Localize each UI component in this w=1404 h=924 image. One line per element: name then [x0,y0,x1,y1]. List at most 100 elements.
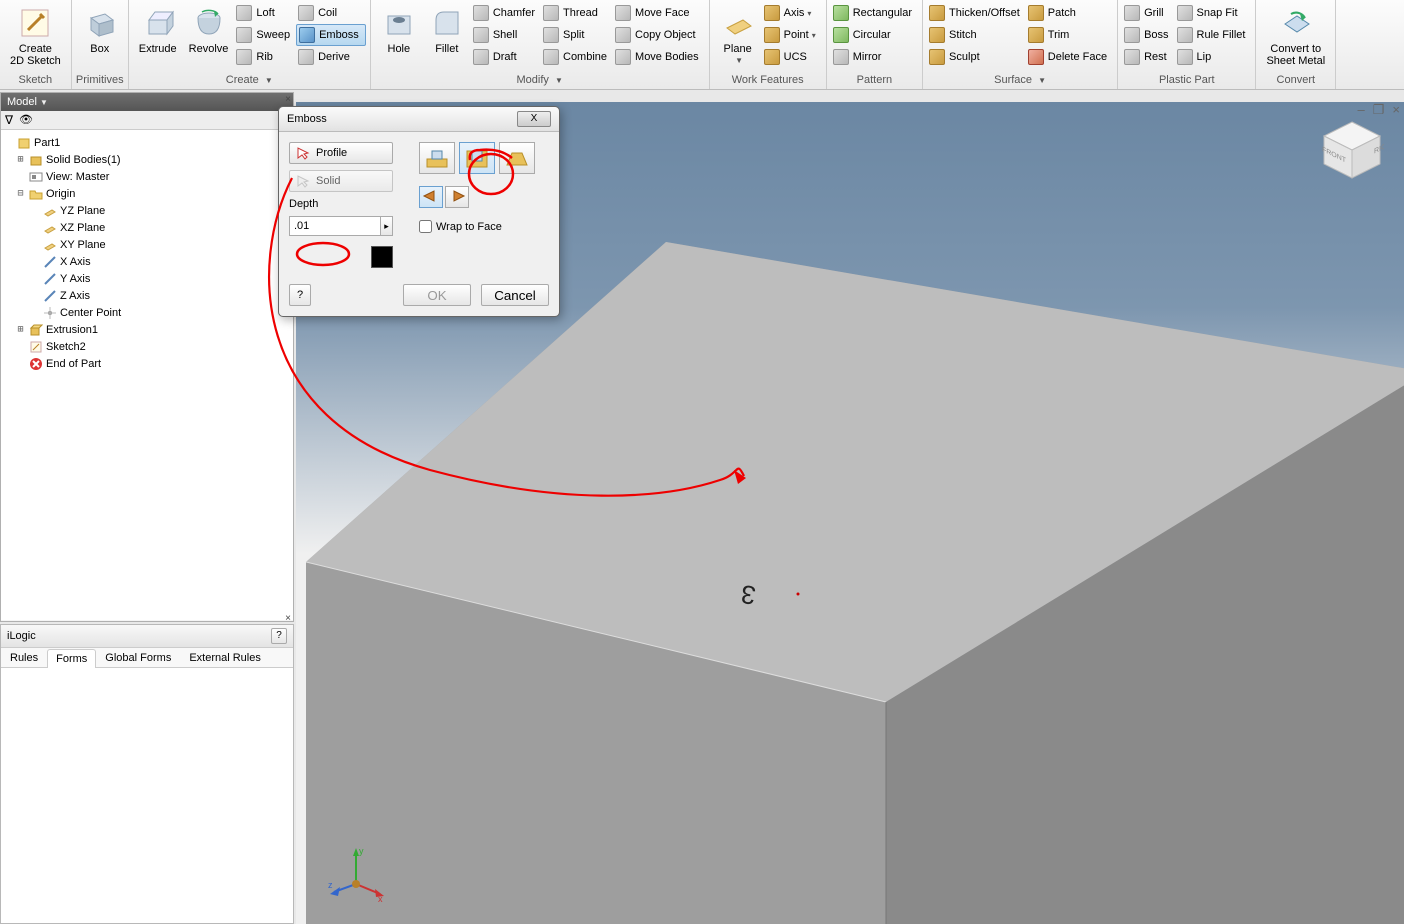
sculpt-button[interactable]: Sculpt [927,46,1026,68]
tree-item-sketch2[interactable]: Sketch2 [1,338,293,355]
thicken-offset-button[interactable]: Thicken/Offset [927,2,1026,24]
color-swatch[interactable] [371,246,393,268]
depth-input[interactable] [289,216,381,236]
find-icon[interactable]: 👁 [19,113,33,127]
emboss-button[interactable]: Emboss [296,24,366,46]
tree-item-y-axis[interactable]: Y Axis [1,270,293,287]
circular-icon [833,27,849,43]
ribbon-group-primitives: BoxPrimitives [72,0,129,89]
depth-flyout-button[interactable]: ▸ [381,216,393,236]
create-button[interactable]: Create2D Sketch [4,2,67,70]
ribbon-group-title: Surface ▼ [927,73,1113,87]
sweep-button[interactable]: Sweep [234,24,296,46]
grill-button[interactable]: Grill [1122,2,1174,24]
tree-item-view-master[interactable]: View: Master [1,168,293,185]
fillet-button[interactable]: Fillet [423,2,471,58]
direction-2-button[interactable] [445,186,469,208]
filter-icon[interactable]: ∇ [5,113,13,127]
box-button[interactable]: Box [76,2,124,58]
derive-button[interactable]: Derive [296,46,366,68]
rib-button[interactable]: Rib [234,46,296,68]
patch-button[interactable]: Patch [1026,2,1113,24]
ilogic-tab-external-rules[interactable]: External Rules [180,648,270,667]
cancel-button[interactable]: Cancel [481,284,549,306]
loft-button[interactable]: Loft [234,2,296,24]
dialog-help-button[interactable]: ? [289,284,311,306]
thread-button[interactable]: Thread [541,2,613,24]
combine-button[interactable]: Combine [541,46,613,68]
tree-item-origin[interactable]: ⊟Origin [1,185,293,202]
viewport-close-icon[interactable]: × [1392,102,1400,118]
ilogic-tab-rules[interactable]: Rules [1,648,47,667]
tree-item-xy-plane[interactable]: XY Plane [1,236,293,253]
emboss-icon [299,27,315,43]
snap-fit-button[interactable]: Snap Fit [1175,2,1252,24]
part-icon [17,136,31,150]
tree-item-xz-plane[interactable]: XZ Plane [1,219,293,236]
view-icon [29,170,43,184]
panel-close-icon[interactable]: × [285,94,291,105]
direction-1-button[interactable] [419,186,443,208]
ok-button[interactable]: OK [403,284,471,306]
viewport-restore-icon[interactable]: ❐ [1373,102,1385,118]
lip-button[interactable]: Lip [1175,46,1252,68]
ilogic-help-icon[interactable]: ? [271,628,287,644]
viewcube[interactable]: FRONT RIGHT [1320,118,1384,182]
rectangular-button[interactable]: Rectangular [831,2,918,24]
hole-button[interactable]: Hole [375,2,423,58]
dialog-close-button[interactable]: X [517,111,551,127]
model-panel-header[interactable]: Model▼ [1,93,293,111]
ribbon-group-sketch: Create2D SketchSketch [0,0,72,89]
move-bodies-button[interactable]: Move Bodies [613,46,705,68]
revolve-icon [191,5,227,41]
convert-to-button[interactable]: Convert toSheet Metal [1260,2,1331,70]
hole-icon [381,5,417,41]
ilogic-tab-global-forms[interactable]: Global Forms [96,648,180,667]
loft-icon [236,5,252,21]
rib-icon [236,49,252,65]
circular-button[interactable]: Circular [831,24,918,46]
delete-face-button[interactable]: Delete Face [1026,46,1113,68]
move-face-button[interactable]: Move Face [613,2,705,24]
model-panel-title: Model [7,96,37,108]
tree-item-x-axis[interactable]: X Axis [1,253,293,270]
axis-button[interactable]: Axis▾ [762,2,822,24]
draft-button[interactable]: Draft [471,46,541,68]
ilogic-close-icon[interactable]: × [285,613,291,624]
emboss-engrave-from-plane-button[interactable] [499,142,535,174]
triad-icon: y x z [326,844,386,904]
viewport-minimize-icon[interactable]: – [1358,102,1365,118]
rule-fillet-button[interactable]: Rule Fillet [1175,24,1252,46]
split-button[interactable]: Split [541,24,613,46]
emboss-from-face-button[interactable] [419,142,455,174]
trim-button[interactable]: Trim [1026,24,1113,46]
tree-item-solid-bodies-1-[interactable]: ⊞Solid Bodies(1) [1,151,293,168]
coil-button[interactable]: Coil [296,2,366,24]
copy-object-button[interactable]: Copy Object [613,24,705,46]
profile-select-button[interactable]: Profile [289,142,393,164]
tree-item-center-point[interactable]: Center Point [1,304,293,321]
plane-button[interactable]: Plane▼ [714,2,762,70]
shell-button[interactable]: Shell [471,24,541,46]
stitch-button[interactable]: Stitch [927,24,1026,46]
ilogic-tab-forms[interactable]: Forms [47,649,96,668]
solid-select-button[interactable]: Solid [289,170,393,192]
tree-root[interactable]: Part1 [1,134,293,151]
rest-button[interactable]: Rest [1122,46,1174,68]
revolve-button[interactable]: Revolve [183,2,235,58]
point-button[interactable]: Point▾ [762,24,822,46]
extrude-button[interactable]: Extrude [133,2,183,58]
boss-button[interactable]: Boss [1122,24,1174,46]
tree-item-yz-plane[interactable]: YZ Plane [1,202,293,219]
ilogic-panel: × iLogic ? RulesFormsGlobal FormsExterna… [0,624,294,924]
engrave-from-face-button[interactable] [459,142,495,174]
mirror-button[interactable]: Mirror [831,46,918,68]
ucs-button[interactable]: UCS [762,46,822,68]
tree-item-end-of-part[interactable]: End of Part [1,355,293,372]
chamfer-button[interactable]: Chamfer [471,2,541,24]
stitch-icon [929,27,945,43]
tree-item-z-axis[interactable]: Z Axis [1,287,293,304]
sculpt-icon [929,49,945,65]
wrap-to-face-checkbox[interactable]: Wrap to Face [419,220,535,233]
tree-item-extrusion1[interactable]: ⊞Extrusion1 [1,321,293,338]
